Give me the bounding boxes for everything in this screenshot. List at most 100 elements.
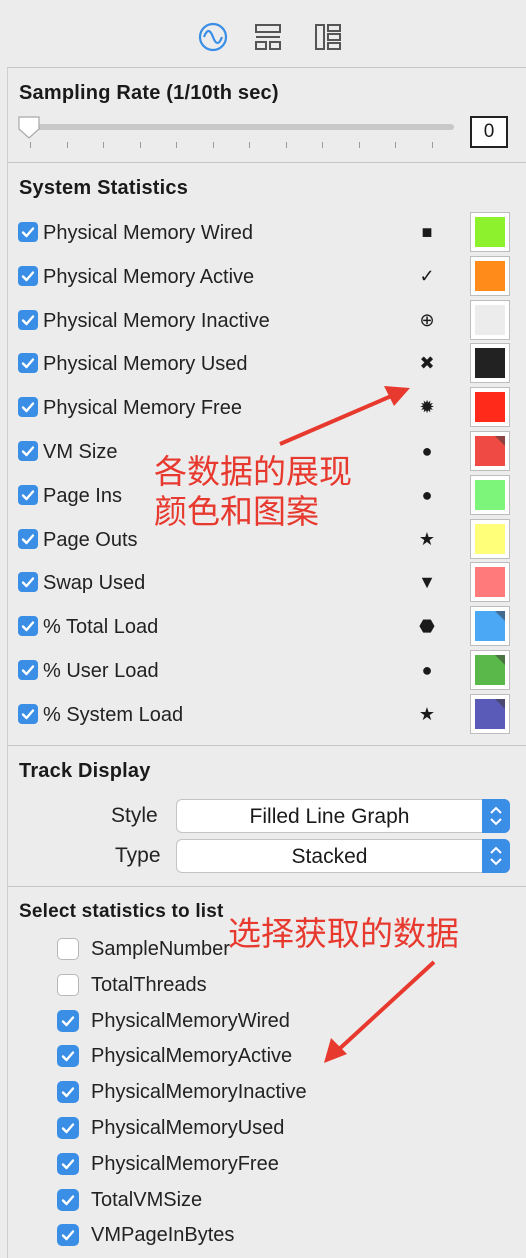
stat-row: Physical Memory Wired ■ [0,210,526,254]
stat-row: % User Load ● [0,648,526,692]
stat-checkbox[interactable] [18,265,38,286]
slider-tick [285,142,287,148]
list-item-label: PhysicalMemoryFree [91,1152,279,1175]
stat-checkbox[interactable] [18,572,38,593]
slider-tick [322,142,323,148]
checkmark-icon [61,1087,75,1098]
stat-color-well[interactable] [470,387,510,428]
stat-color-swatch [475,698,505,729]
stat-symbol[interactable]: ● [412,660,442,681]
stat-color-well[interactable] [470,606,510,647]
stat-checkbox[interactable] [18,660,38,680]
list-item-label: PhysicalMemoryWired [91,1009,290,1032]
list-item-label: TotalThreads [91,973,207,996]
stat-checkbox[interactable] [18,703,38,724]
stat-label: Page Ins [43,484,122,507]
stat-label: Physical Memory Inactive [43,309,270,332]
slider-tick [395,142,396,148]
stat-color-well[interactable] [470,474,510,515]
stat-symbol[interactable]: ✹ [412,397,442,418]
list-checkbox[interactable] [57,1152,79,1175]
stat-color-well[interactable] [470,343,510,384]
stat-label: Swap Used [43,572,146,595]
stat-checkbox[interactable] [18,441,38,461]
list-checkbox[interactable] [57,1117,79,1139]
stat-row: % System Load ★ [0,692,526,736]
stat-color-well[interactable] [470,650,510,690]
stat-label: % System Load [43,703,184,726]
list-settings-icon[interactable] [311,20,345,54]
waveform-icon[interactable] [196,20,230,54]
stat-color-well[interactable] [470,212,510,252]
stat-color-swatch [475,436,505,466]
stat-color-well[interactable] [470,255,510,296]
sampling-rate-slider[interactable] [24,124,454,130]
stat-label: VM Size [43,441,118,463]
system-statistics-title: System Statistics [19,177,189,199]
stat-color-well[interactable] [470,518,510,559]
stat-symbol[interactable]: ● [412,485,442,506]
stat-row: Swap Used ▼ [0,560,526,604]
stat-color-swatch [475,523,505,554]
stat-symbol[interactable]: ✖ [412,353,442,374]
display-settings-icon[interactable] [251,20,285,54]
stat-checkbox[interactable] [18,397,38,418]
stat-checkbox[interactable] [18,484,38,505]
list-checkbox[interactable] [57,1009,79,1032]
checkmark-icon [21,490,35,500]
stat-checkbox[interactable] [18,309,38,330]
list-item: PhysicalMemoryWired [0,1004,526,1040]
stat-row: Physical Memory Inactive ⊕ [0,298,526,342]
stat-checkbox[interactable] [18,222,38,242]
stat-color-swatch [475,304,505,335]
sampling-rate-value[interactable]: 0 [470,116,508,148]
list-checkbox[interactable] [57,1045,79,1068]
stat-row: Physical Memory Active ✓ [0,254,526,298]
list-item-label: PhysicalMemoryUsed [91,1117,285,1139]
stat-symbol[interactable]: ⊕ [412,310,442,331]
type-popup[interactable]: Stacked [176,839,510,873]
list-checkbox[interactable] [57,1081,79,1104]
list-checkbox[interactable] [57,1224,79,1247]
checkmark-icon [61,1123,75,1134]
list-checkbox[interactable] [57,938,79,960]
stat-color-well[interactable] [470,299,510,340]
stat-checkbox[interactable] [18,528,38,549]
type-stepper[interactable] [482,839,510,873]
stat-checkbox[interactable] [18,353,38,374]
swatch-corner [495,611,505,622]
stat-color-well[interactable] [470,693,510,734]
stat-color-well[interactable] [470,431,510,471]
swatch-corner [495,436,505,446]
stat-symbol[interactable]: ⬣ [412,616,442,637]
slider-tick [249,142,250,148]
slider-tick [30,142,31,148]
stat-color-swatch [475,567,505,598]
swatch-corner [495,698,505,709]
style-stepper[interactable] [482,799,510,833]
checkmark-icon [21,227,35,238]
stat-label: % Total Load [43,616,159,639]
list-item-label: TotalVMSize [91,1188,203,1211]
style-popup[interactable]: Filled Line Graph [176,799,510,833]
chevron-updown-icon [490,846,502,866]
slider-knob[interactable] [16,114,42,140]
stat-color-swatch [475,392,505,423]
annotation-colors-line2: 颜色和图案 [154,492,319,531]
stat-row: Physical Memory Free ✹ [0,385,526,429]
stat-symbol[interactable]: ★ [412,704,442,725]
stat-symbol[interactable]: ● [412,441,442,462]
list-checkbox[interactable] [57,973,79,996]
stat-symbol[interactable]: ✓ [412,266,442,287]
stat-checkbox[interactable] [18,616,38,637]
stat-color-swatch [475,479,505,510]
stat-color-swatch [475,348,505,379]
inspector-toolbar [7,0,526,68]
stat-symbol[interactable]: ★ [412,529,442,550]
type-label: Type [115,844,161,867]
stat-symbol[interactable]: ■ [412,222,442,243]
checkmark-icon [61,1015,75,1026]
list-checkbox[interactable] [57,1188,79,1211]
stat-color-well[interactable] [470,562,510,603]
stat-symbol[interactable]: ▼ [412,572,442,593]
